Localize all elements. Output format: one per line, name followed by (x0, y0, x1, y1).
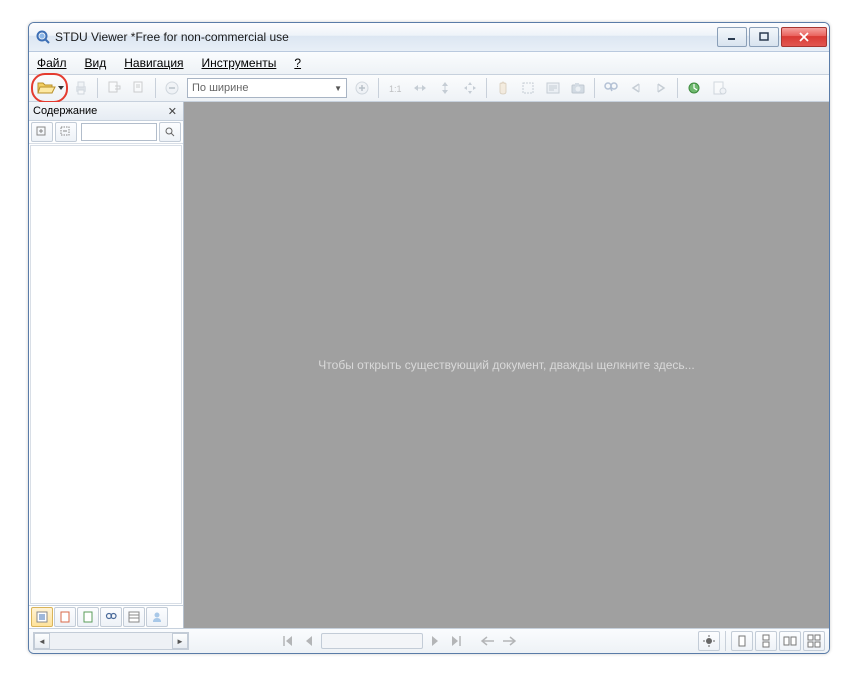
continuous-view-button[interactable] (755, 631, 777, 651)
fit-page-button[interactable] (458, 76, 482, 100)
sidebar-search-button[interactable] (159, 122, 181, 142)
find-button[interactable] (599, 76, 623, 100)
toolbar: По ширине ▼ 1:1 (29, 75, 829, 102)
zoom-out-button[interactable] (160, 76, 184, 100)
sidebar-title: Содержание (33, 105, 97, 117)
highlight-annotation (31, 73, 68, 103)
snapshot-button[interactable] (566, 76, 590, 100)
export-text-button[interactable] (127, 76, 151, 100)
zoom-mode-dropdown[interactable]: По ширине ▼ (187, 78, 347, 98)
app-icon (35, 29, 51, 45)
close-button[interactable] (781, 27, 827, 47)
first-page-button[interactable] (279, 633, 297, 649)
tab-user[interactable] (146, 607, 168, 627)
sidebar-tabs (29, 605, 183, 628)
sidebar-search-input[interactable] (81, 123, 157, 141)
svg-text:1:1: 1:1 (389, 84, 402, 94)
menu-help[interactable]: ? (290, 54, 305, 72)
sidebar: Содержание ✕ (29, 102, 184, 628)
find-prev-button[interactable] (624, 76, 648, 100)
sidebar-toolbar (29, 121, 183, 144)
zoom-in-button[interactable] (350, 76, 374, 100)
menu-view[interactable]: Вид (81, 54, 111, 72)
fit-width-button[interactable] (408, 76, 432, 100)
maximize-button[interactable] (749, 27, 779, 47)
menu-bar: Файл Вид Навигация Инструменты ? (29, 52, 829, 75)
scroll-right-button[interactable]: ► (172, 633, 188, 649)
title-bar[interactable]: STDU Viewer *Free for non-commercial use (29, 23, 829, 52)
print-button[interactable] (69, 76, 93, 100)
single-page-view-button[interactable] (731, 631, 753, 651)
window-title: STDU Viewer *Free for non-commercial use (55, 30, 717, 44)
collapse-all-button[interactable] (55, 122, 77, 142)
sidebar-hscrollbar[interactable]: ◄ ► (33, 632, 189, 650)
info-button[interactable] (707, 76, 731, 100)
page-navigation (279, 633, 518, 649)
menu-navigation[interactable]: Навигация (120, 54, 187, 72)
nav-forward-button[interactable] (500, 633, 518, 649)
minimize-button[interactable] (717, 27, 747, 47)
select-tool-button[interactable] (516, 76, 540, 100)
app-window: STDU Viewer *Free for non-commercial use… (28, 22, 830, 654)
sidebar-close-button[interactable]: ✕ (166, 105, 179, 118)
settings-button[interactable] (682, 76, 706, 100)
brightness-button[interactable] (698, 631, 720, 651)
sidebar-header: Содержание ✕ (29, 102, 183, 121)
text-select-button[interactable] (541, 76, 565, 100)
last-page-button[interactable] (447, 633, 465, 649)
continuous-facing-view-button[interactable] (803, 631, 825, 651)
open-file-button[interactable] (34, 76, 66, 100)
tab-contents[interactable] (31, 607, 53, 627)
menu-tools[interactable]: Инструменты (198, 54, 281, 72)
status-bar: ◄ ► (29, 628, 829, 653)
tab-search[interactable] (100, 607, 122, 627)
page-slider[interactable] (321, 633, 423, 649)
tab-bookmarks[interactable] (77, 607, 99, 627)
prev-page-button[interactable] (300, 633, 318, 649)
sidebar-tree[interactable] (30, 145, 182, 604)
nav-back-button[interactable] (479, 633, 497, 649)
export-page-button[interactable] (102, 76, 126, 100)
tab-thumbnails[interactable] (54, 607, 76, 627)
empty-hint: Чтобы открыть существующий документ, два… (318, 358, 694, 372)
facing-view-button[interactable] (779, 631, 801, 651)
chevron-down-icon: ▼ (334, 84, 342, 93)
actual-size-button[interactable]: 1:1 (383, 76, 407, 100)
expand-all-button[interactable] (31, 122, 53, 142)
scroll-left-button[interactable]: ◄ (34, 633, 50, 649)
fit-height-button[interactable] (433, 76, 457, 100)
tab-layers[interactable] (123, 607, 145, 627)
document-area[interactable]: Чтобы открыть существующий документ, два… (184, 102, 829, 628)
zoom-mode-label: По ширине (192, 82, 249, 94)
find-next-button[interactable] (649, 76, 673, 100)
next-page-button[interactable] (426, 633, 444, 649)
menu-file[interactable]: Файл (33, 54, 71, 72)
hand-tool-button[interactable] (491, 76, 515, 100)
